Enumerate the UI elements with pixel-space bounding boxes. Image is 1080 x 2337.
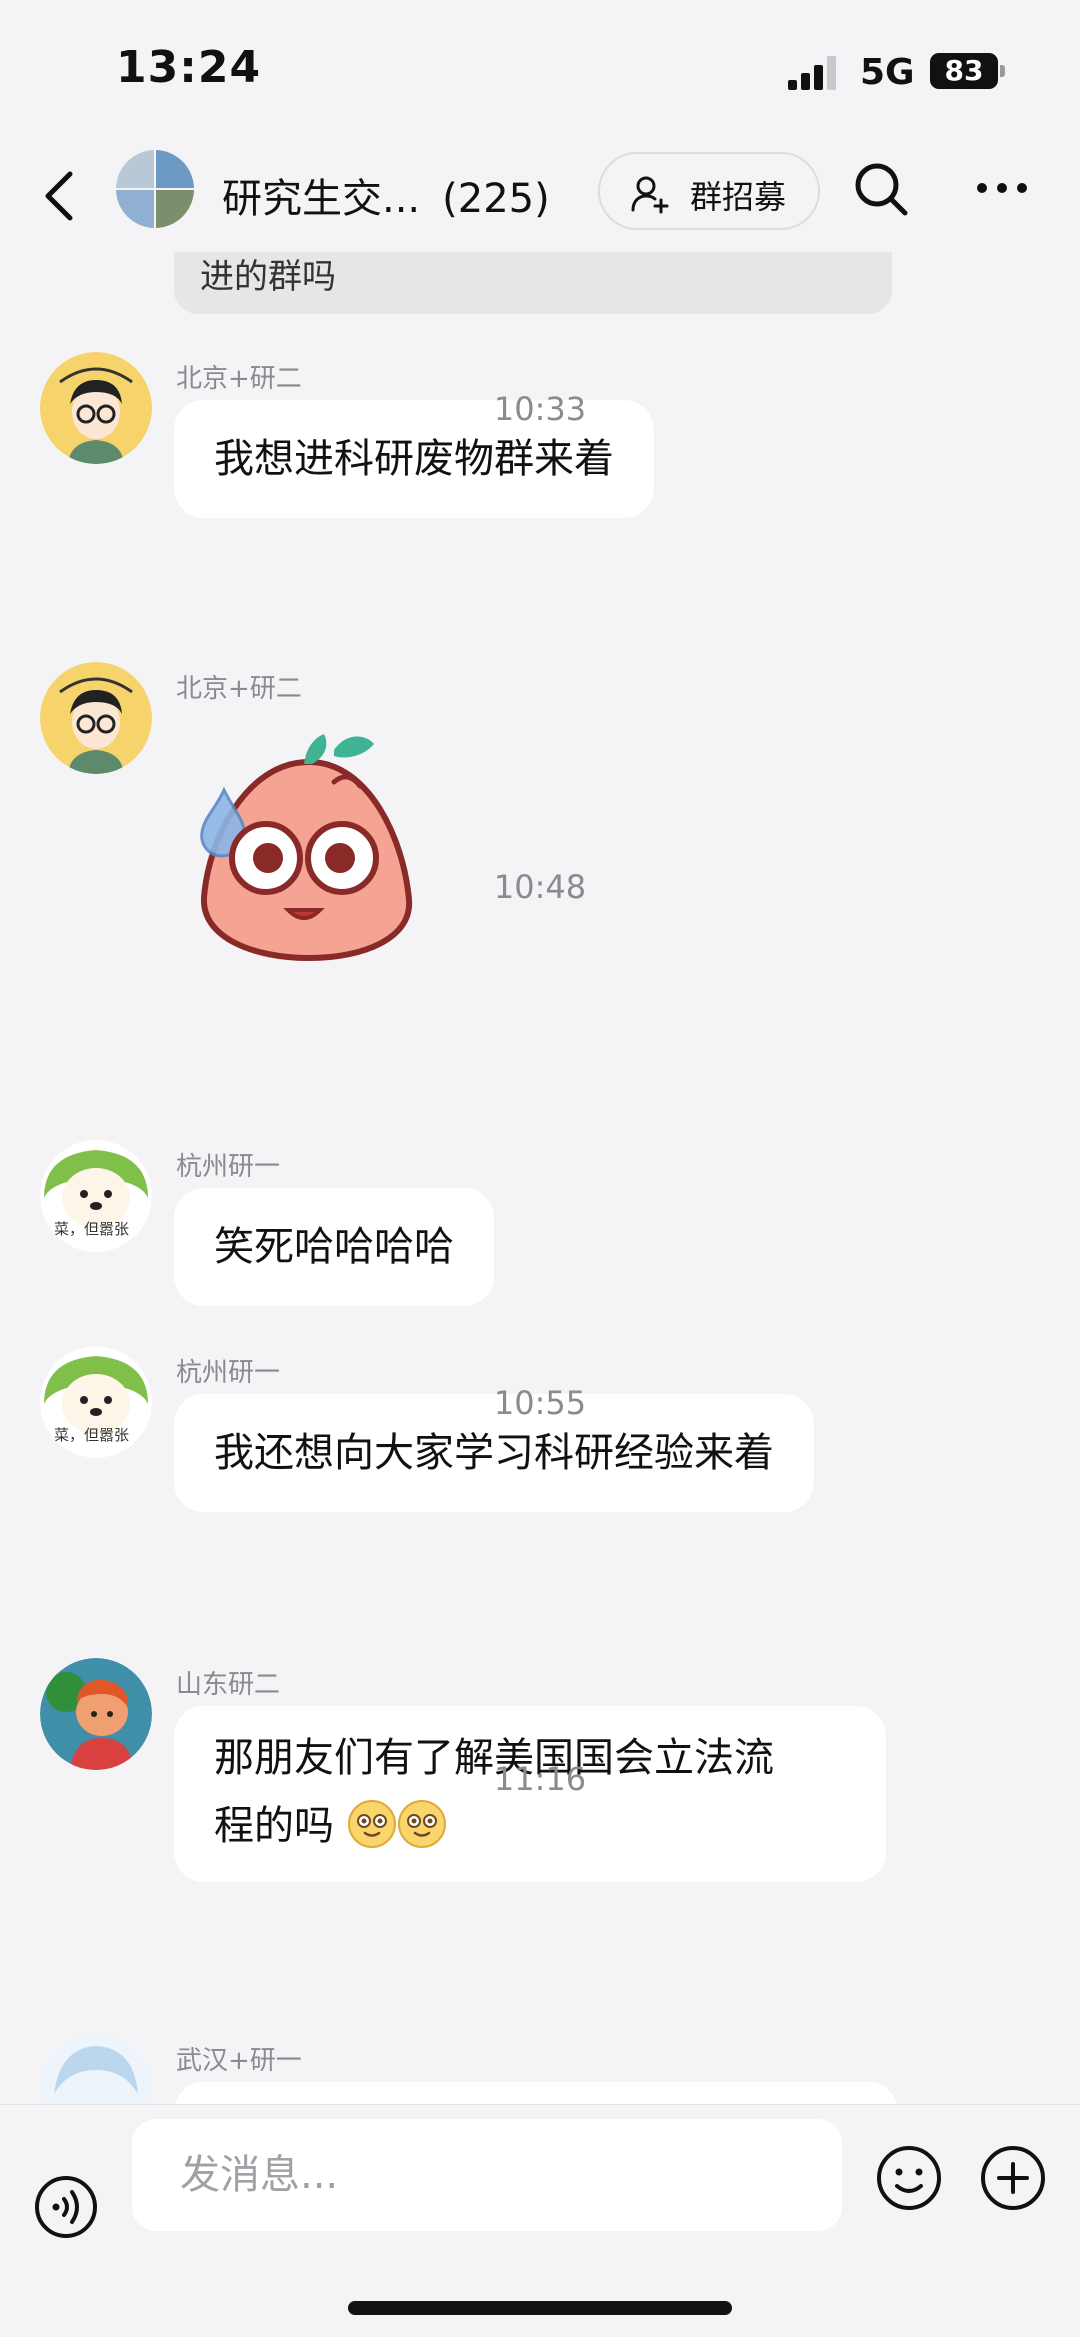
sender-name: 武汉+研一 [176,2046,302,2076]
add-person-icon [631,176,669,214]
timestamp: 11:16 [493,1760,587,1798]
message-bubble[interactable]: 进的群吗 [174,252,892,314]
message-input[interactable] [132,2119,842,2231]
battery-level: 83 [930,53,998,89]
avatar-caption: 菜，但嚣张 [54,1426,130,1444]
avatar[interactable] [40,1658,152,1770]
avatar[interactable] [40,2034,152,2104]
home-indicator [348,2301,732,2315]
sender-name: 山东研二 [176,1670,281,1700]
group-recruit-button[interactable]: 群招募 [598,152,820,230]
group-name: 研究生交... [222,176,421,222]
group-title[interactable]: 研究生交... (225) [222,166,550,224]
plus-icon[interactable] [980,2145,1046,2211]
avatar[interactable] [40,662,152,774]
timestamp: 10:55 [493,1384,587,1422]
group-avatar-tile [116,150,154,188]
status-bar: 13:24 5G 83 [0,0,1080,140]
group-avatar[interactable] [116,150,194,228]
timestamp: 10:48 [493,868,587,906]
avatar-image [40,2034,152,2104]
signal-icon [788,56,836,90]
search-icon[interactable] [852,160,910,218]
emoji-icon[interactable] [876,2145,942,2211]
avatar-image [40,662,152,774]
smile-emoji-icon [397,1800,446,1848]
status-time: 13:24 [116,42,262,93]
battery-icon: 83 [930,53,1006,89]
battery-cap [1000,65,1005,77]
message-list[interactable]: 进的群吗 北京+研二 我想进科研废物群来着 10:33 北京+研二 10:48 … [0,252,1080,2104]
input-bar [0,2104,1080,2337]
message-bubble[interactable] [174,2082,898,2104]
network-label: 5G [860,52,915,93]
group-avatar-tile [156,190,194,228]
message-text: 我还想向大家学习科研经验来着 [214,1430,774,1476]
sender-name: 杭州研一 [176,1152,281,1182]
avatar[interactable]: 菜，但嚣张 [40,1140,152,1252]
avatar-image [40,1658,152,1770]
chat-header: 研究生交... (225) 群招募 [0,140,1080,252]
recruit-label: 群招募 [690,178,787,216]
avatar-caption: 菜，但嚣张 [54,1220,130,1238]
timestamp: 10:33 [493,390,587,428]
group-avatar-tile [156,150,194,188]
message-text-line: 程的吗 [214,1792,846,1860]
message-text: 我想进科研废物群来着 [214,436,614,482]
back-icon[interactable] [40,166,80,226]
group-avatar-tile [116,190,154,228]
voice-icon[interactable] [34,2175,98,2239]
more-icon[interactable] [976,178,1028,198]
message-text: 程的吗 [214,1803,334,1849]
message-text: 笑死哈哈哈哈 [214,1224,454,1270]
smile-emoji-icon [347,1800,396,1848]
member-count: (225) [442,176,550,222]
message-text: 进的群吗 [200,257,336,297]
message-bubble[interactable]: 笑死哈哈哈哈 [174,1188,494,1306]
sender-name: 北京+研二 [176,674,302,704]
peach-sweat-sticker[interactable] [184,720,434,970]
